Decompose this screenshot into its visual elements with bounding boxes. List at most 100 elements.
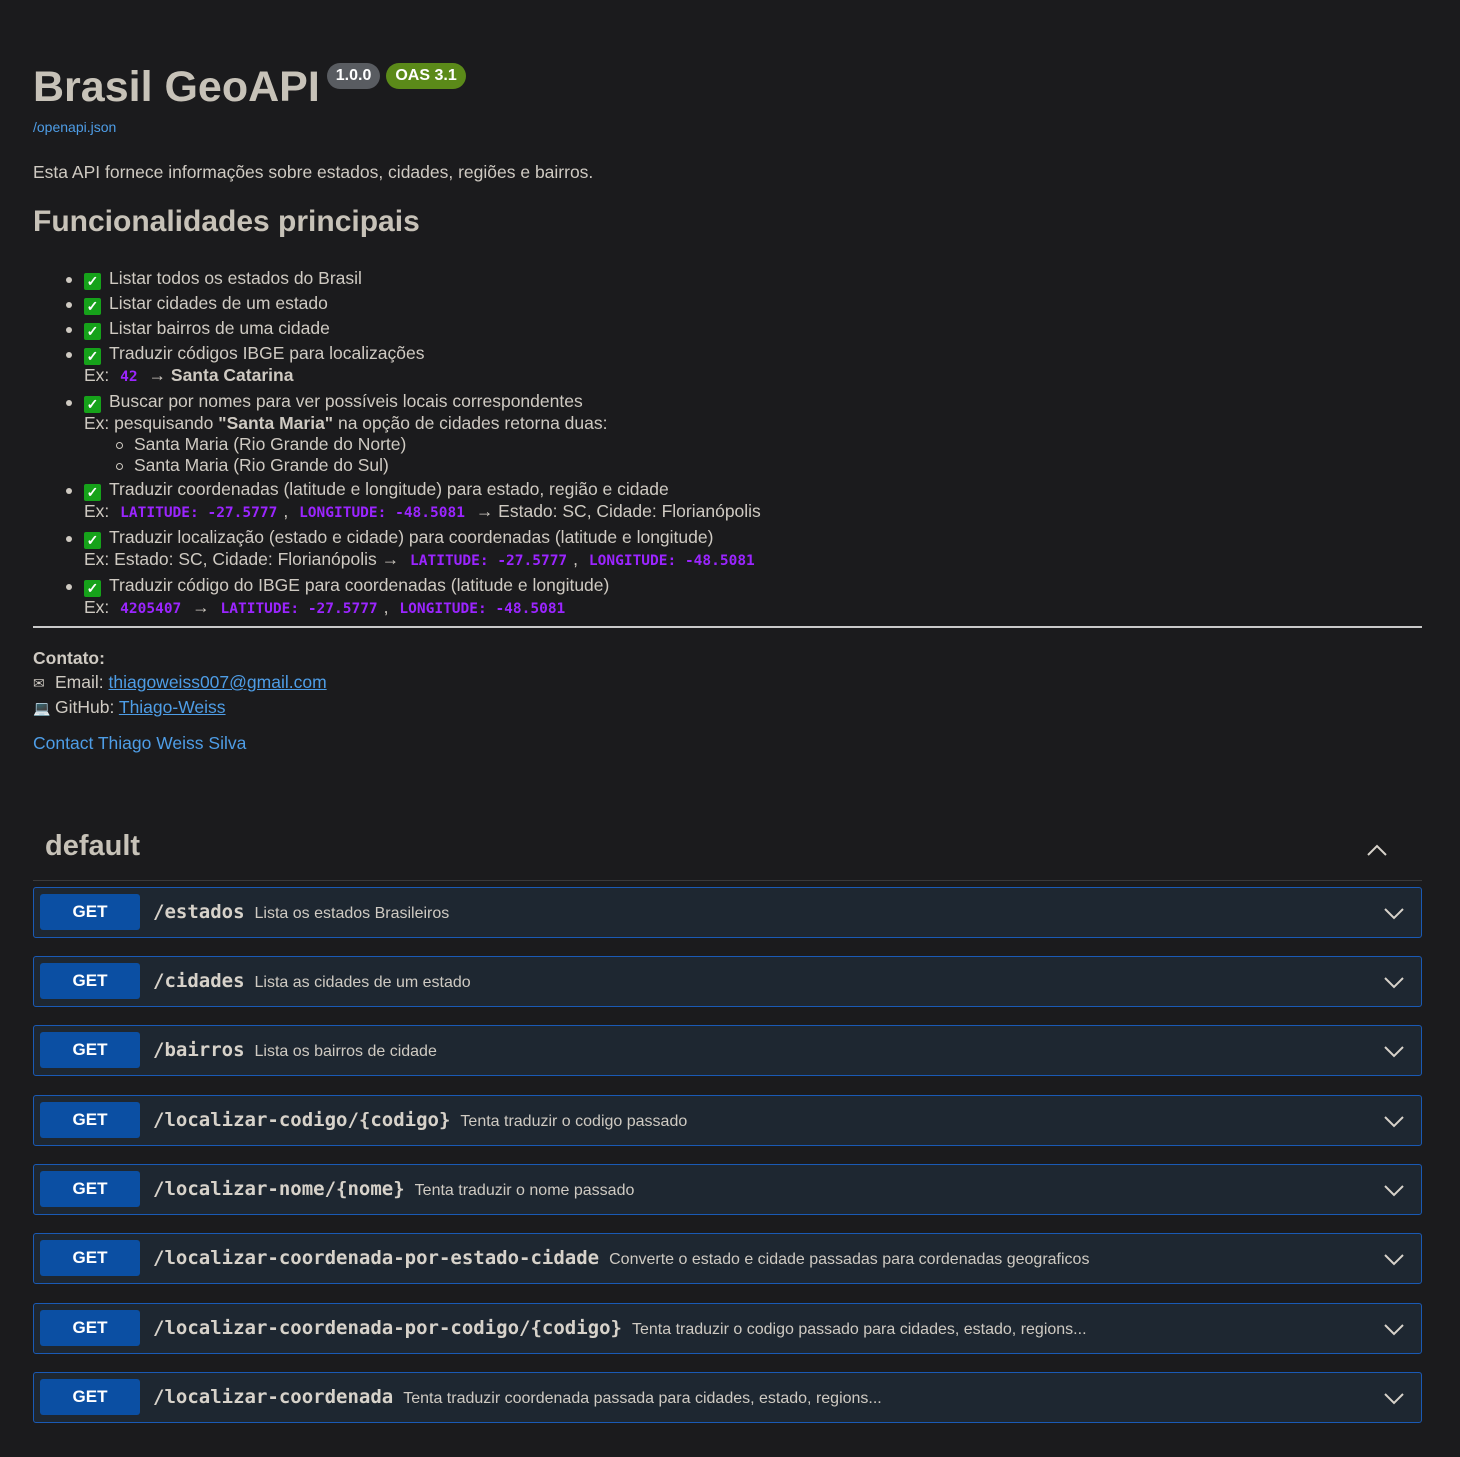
feature-text: Buscar por nomes para ver possíveis loca… <box>109 391 583 411</box>
example-code: 4205407 <box>120 601 182 617</box>
check-icon: ✓ <box>84 323 101 340</box>
chevron-down-icon[interactable] <box>1383 902 1405 924</box>
contact-link[interactable]: Contact Thiago Weiss Silva <box>33 733 246 754</box>
method-badge-get: GET <box>40 1379 140 1415</box>
example-prefix: Ex: pesquisando <box>84 413 214 433</box>
sub-item: Santa Maria (Rio Grande do Sul) <box>116 455 761 476</box>
divider <box>33 626 1422 628</box>
feature-item: ✓ Traduzir coordenadas (latitude e longit… <box>66 479 761 524</box>
github-label: GitHub: <box>55 697 115 717</box>
operation-summary: Tenta traduzir o codigo passado <box>460 1113 688 1130</box>
chevron-down-icon[interactable] <box>1383 1318 1405 1340</box>
operation-path: /estados Lista os estados Brasileiros <box>153 901 449 923</box>
feature-example: Ex: 4205407 → LATITUDE: -27.5777, LONGIT… <box>84 597 761 620</box>
operation-row[interactable]: GET/cidades Lista as cidades de um estado <box>33 956 1422 1007</box>
email-label: Email: <box>55 672 104 692</box>
check-icon: ✓ <box>84 298 101 315</box>
example-latitude: LATITUDE: -27.5777 <box>220 601 378 617</box>
chevron-down-icon[interactable] <box>1383 1110 1405 1132</box>
email-row: ✉ Email: thiagoweiss007@gmail.com <box>33 670 327 695</box>
example-result: Santa Catarina <box>170 365 294 385</box>
api-description: Esta API fornece informações sobre estad… <box>33 162 594 182</box>
feature-text: Listar cidades de um estado <box>109 293 328 313</box>
operation-summary: Lista as cidades de um estado <box>254 974 471 991</box>
check-icon: ✓ <box>84 273 101 290</box>
features-list: ✓ Listar todos os estados do Brasil ✓ List… <box>66 268 761 623</box>
chevron-down-icon[interactable] <box>1383 971 1405 993</box>
chevron-up-icon[interactable] <box>1366 840 1388 862</box>
path-text: /localizar-coordenada-por-estado-cidade <box>153 1247 600 1269</box>
laptop-icon: 💻 <box>33 700 51 716</box>
method-badge-get: GET <box>40 894 140 930</box>
section-header-default[interactable]: default <box>33 818 1422 881</box>
path-text: /localizar-codigo/{codigo} <box>153 1109 451 1131</box>
example-prefix: Ex: Estado: SC, Cidade: Florianópolis → <box>84 549 400 569</box>
comma: , <box>383 597 389 617</box>
operation-path: /localizar-coordenada-por-codigo/{codigo… <box>153 1317 1087 1339</box>
feature-item: ✓ Buscar por nomes para ver possíveis loc… <box>66 391 761 476</box>
operation-row[interactable]: GET/localizar-codigo/{codigo} Tenta tradu… <box>33 1095 1422 1146</box>
feature-text: Traduzir coordenadas (latitude e longitu… <box>109 479 669 499</box>
path-text: /cidades <box>153 970 245 992</box>
check-icon: ✓ <box>84 348 101 365</box>
feature-text: Traduzir códigos IBGE para localizações <box>109 343 425 363</box>
path-text: /bairros <box>153 1039 245 1061</box>
path-text: /localizar-nome/{nome} <box>153 1178 405 1200</box>
feature-example: Ex: Estado: SC, Cidade: Florianópolis → … <box>84 549 761 572</box>
example-sublist: Santa Maria (Rio Grande do Norte) Santa … <box>84 434 761 476</box>
operation-row[interactable]: GET/localizar-coordenada Tenta traduzir c… <box>33 1372 1422 1423</box>
operation-path: /localizar-nome/{nome} Tenta traduzir o n… <box>153 1178 634 1200</box>
operation-path: /bairros Lista os bairros de cidade <box>153 1039 437 1061</box>
method-badge-get: GET <box>40 963 140 999</box>
operation-path: /localizar-codigo/{codigo} Tenta traduzir… <box>153 1109 687 1131</box>
features-heading: Funcionalidades principais <box>33 205 420 238</box>
example-code: 42 <box>120 369 138 385</box>
example-prefix: Ex: <box>84 365 110 385</box>
feature-item: ✓ Traduzir localização (estado e cidade) … <box>66 527 761 572</box>
feature-item: ✓ Listar bairros de uma cidade <box>66 318 761 340</box>
feature-item: ✓ Listar cidades de um estado <box>66 293 761 315</box>
method-badge-get: GET <box>40 1240 140 1276</box>
path-text: /localizar-coordenada-por-codigo/{codigo… <box>153 1317 622 1339</box>
arrow: → <box>192 597 210 617</box>
check-icon: ✓ <box>84 580 101 597</box>
example-latitude: LATITUDE: -27.5777 <box>120 505 278 521</box>
operation-row[interactable]: GET/estados Lista os estados Brasileiros <box>33 887 1422 938</box>
chevron-down-icon[interactable] <box>1383 1248 1405 1270</box>
operation-summary: Tenta traduzir o codigo passado para cid… <box>632 1321 1087 1338</box>
openapi-json-link[interactable]: /openapi.json <box>33 119 116 135</box>
operation-path: /localizar-coordenada Tenta traduzir coor… <box>153 1386 882 1408</box>
check-icon: ✓ <box>84 396 101 413</box>
example-prefix: Ex: <box>84 501 110 521</box>
operation-summary: Converte o estado e cidade passadas para… <box>609 1251 1090 1268</box>
oas-badge: OAS 3.1 <box>386 63 466 89</box>
envelope-icon: ✉ <box>33 675 45 691</box>
arrow: → <box>148 365 167 385</box>
feature-item: ✓ Listar todos os estados do Brasil <box>66 268 761 290</box>
feature-text: Traduzir código do IBGE para coordenadas… <box>109 575 610 595</box>
info-header: Brasil GeoAPI 1.0.0 OAS 3.1 <box>33 58 466 116</box>
chevron-down-icon[interactable] <box>1383 1387 1405 1409</box>
method-badge-get: GET <box>40 1032 140 1068</box>
operation-row[interactable]: GET/localizar-nome/{nome} Tenta traduzir … <box>33 1164 1422 1215</box>
feature-text: Traduzir localização (estado e cidade) p… <box>109 527 714 547</box>
feature-example: Ex: 42 → Santa Catarina <box>84 365 761 388</box>
api-title: Brasil GeoAPI <box>33 63 320 111</box>
contact-heading: Contato: <box>33 648 105 668</box>
operation-row[interactable]: GET/localizar-coordenada-por-codigo/{cod… <box>33 1303 1422 1354</box>
check-icon: ✓ <box>84 484 101 501</box>
github-row: 💻 GitHub: Thiago-Weiss <box>33 695 327 720</box>
operation-row[interactable]: GET/localizar-coordenada-por-estado-cida… <box>33 1233 1422 1284</box>
example-longitude: LONGITUDE: -48.5081 <box>399 601 566 617</box>
email-link[interactable]: thiagoweiss007@gmail.com <box>109 672 327 692</box>
operation-path: /cidades Lista as cidades de um estado <box>153 970 471 992</box>
chevron-down-icon[interactable] <box>1383 1179 1405 1201</box>
chevron-down-icon[interactable] <box>1383 1040 1405 1062</box>
version-badge: 1.0.0 <box>326 63 381 89</box>
comma: , <box>283 501 289 521</box>
method-badge-get: GET <box>40 1102 140 1138</box>
sub-item: Santa Maria (Rio Grande do Norte) <box>116 434 761 455</box>
github-link[interactable]: Thiago-Weiss <box>119 697 226 717</box>
example-prefix: Ex: <box>84 597 110 617</box>
operation-row[interactable]: GET/bairros Lista os bairros de cidade <box>33 1025 1422 1076</box>
